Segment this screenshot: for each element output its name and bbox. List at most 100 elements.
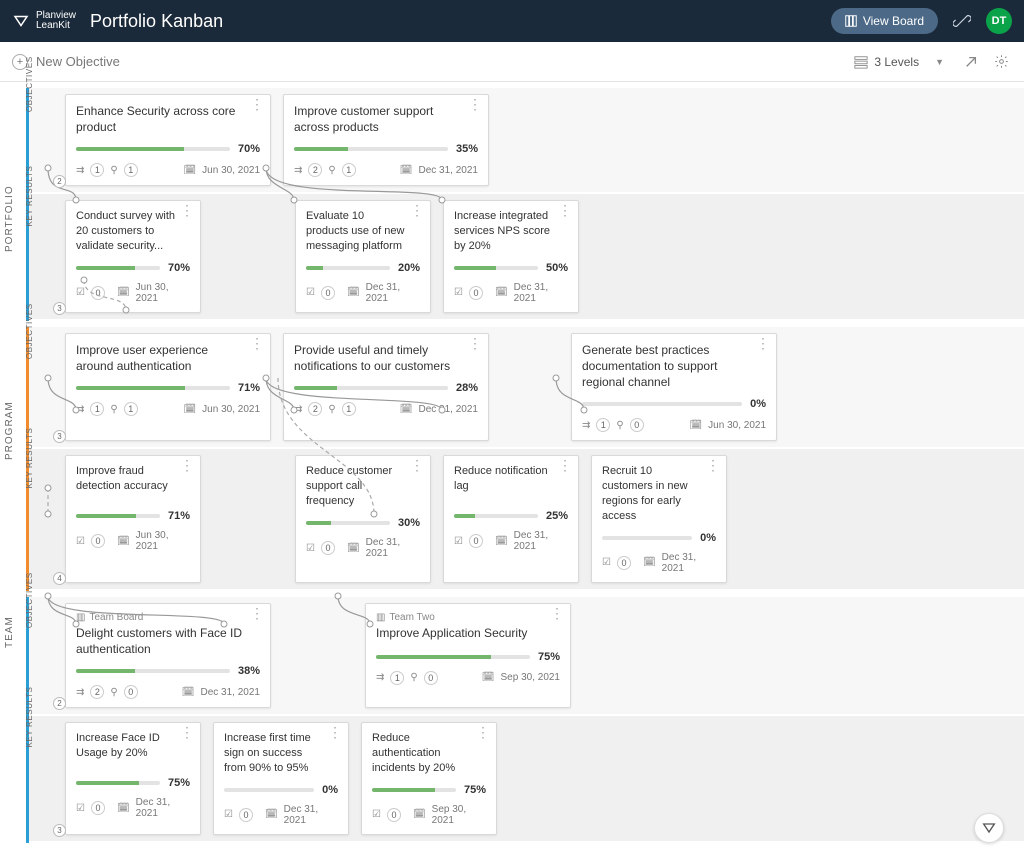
card-menu-icon[interactable]: ⋮: [558, 462, 572, 468]
card-date: Dec 31, 2021: [419, 404, 479, 415]
strategy-count: 2: [90, 685, 104, 699]
card-menu-icon[interactable]: ⋮: [328, 729, 342, 735]
portfolio-objectives-row: OBJECTIVES 2 ⋮ Enhance Security across c…: [29, 88, 1024, 194]
toolbar: + New Objective 3 Levels ▼: [0, 42, 1024, 82]
arrow-up-right-icon[interactable]: [960, 51, 982, 73]
keyresult-card[interactable]: ⋮ Increase Face ID Usage by 20% 75% ☑0🗓D…: [65, 722, 201, 835]
keyresult-card[interactable]: ⋮ Increase integrated services NPS score…: [443, 200, 579, 313]
card-date: Sep 30, 2021: [501, 672, 561, 683]
link-icon[interactable]: [952, 11, 972, 31]
row-label-keyresults: KEY RESULTS: [25, 165, 34, 226]
card-menu-icon[interactable]: ⋮: [180, 729, 194, 735]
progress-bar: [454, 514, 538, 518]
card-menu-icon[interactable]: ⋮: [410, 207, 424, 213]
assignee-count: 1: [342, 163, 356, 177]
check-count: 0: [91, 801, 105, 815]
keyresult-card[interactable]: ⋮ Reduce authentication incidents by 20%…: [361, 722, 497, 835]
new-objective-label[interactable]: New Objective: [36, 54, 120, 69]
row-count: 3: [53, 824, 66, 837]
card-title: Generate best practices documentation to…: [582, 342, 766, 391]
strategy-count: 1: [90, 402, 104, 416]
row-label-objectives: OBJECTIVES: [25, 56, 34, 112]
progress-bar: [372, 788, 456, 792]
checkbox-icon: ☑: [76, 287, 85, 298]
progress-bar: [76, 147, 230, 151]
card-menu-icon[interactable]: ⋮: [180, 462, 194, 468]
product-name-line2: LeanKit: [36, 21, 76, 31]
objective-card[interactable]: ⋮ Enhance Security across core product 7…: [65, 94, 271, 186]
card-title: Reduce notification lag: [454, 464, 568, 502]
team-keyresults-row: KEY RESULTS 3 ⋮ Increase Face ID Usage b…: [29, 716, 1024, 843]
card-date: Dec 31, 2021: [136, 797, 190, 819]
strategy-icon: ⇉: [76, 687, 84, 698]
row-count: 4: [53, 572, 66, 585]
keyresult-card[interactable]: ⋮ Reduce customer support call frequency…: [295, 455, 431, 582]
keyresult-card[interactable]: ⋮ Reduce notification lag 25% ☑0🗓Dec 31,…: [443, 455, 579, 582]
card-menu-icon[interactable]: ⋮: [468, 340, 482, 346]
keyresult-card[interactable]: ⋮ Increase first time sign on success fr…: [213, 722, 349, 835]
card-menu-icon[interactable]: ⋮: [250, 340, 264, 346]
checkbox-icon: ☑: [454, 536, 463, 547]
progress-pct: 20%: [398, 262, 420, 274]
swimlane-team: OBJECTIVES 2 ⋮ ▥Team Board Delight custo…: [26, 597, 1024, 843]
calendar-icon: 🗓: [183, 404, 196, 415]
strategy-icon: ⇉: [376, 672, 384, 683]
card-date: Jun 30, 2021: [136, 282, 190, 304]
objective-card[interactable]: ⋮ ▥Team Two Improve Application Security…: [365, 603, 571, 708]
team-board-name: Team Two: [389, 612, 434, 623]
card-menu-icon[interactable]: ⋮: [410, 462, 424, 468]
card-menu-icon[interactable]: ⋮: [756, 340, 770, 346]
keyresult-card[interactable]: ⋮ Conduct survey with 20 customers to va…: [65, 200, 201, 313]
help-fab[interactable]: [974, 813, 1004, 843]
objective-card[interactable]: ⋮ Improve user experience around authent…: [65, 333, 271, 442]
row-count: 2: [53, 175, 66, 188]
card-menu-icon[interactable]: ⋮: [550, 610, 564, 616]
keyresult-card[interactable]: ⋮ Improve fraud detection accuracy 71% ☑…: [65, 455, 201, 582]
row-label-keyresults: KEY RESULTS: [25, 687, 34, 748]
board-columns-icon: ▥: [76, 612, 85, 623]
progress-pct: 75%: [464, 784, 486, 796]
progress-pct: 50%: [546, 262, 568, 274]
calendar-icon: 🗓: [117, 287, 130, 298]
progress-pct: 71%: [168, 510, 190, 522]
keyresult-card[interactable]: ⋮ Recruit 10 customers in new regions fo…: [591, 455, 727, 582]
person-icon: ⚲: [410, 672, 417, 683]
row-label-objectives: OBJECTIVES: [25, 303, 34, 359]
person-icon: ⚲: [328, 404, 335, 415]
card-menu-icon[interactable]: ⋮: [468, 101, 482, 107]
card-date: Dec 31, 2021: [366, 537, 420, 559]
progress-pct: 35%: [456, 143, 478, 155]
view-board-button[interactable]: View Board: [831, 8, 938, 34]
calendar-icon: 🗓: [495, 536, 508, 547]
keyresult-card[interactable]: ⋮ Evaluate 10 products use of new messag…: [295, 200, 431, 313]
gear-icon[interactable]: [990, 51, 1012, 73]
lane-label-portfolio: PORTFOLIO: [4, 185, 15, 252]
row-count: 3: [53, 302, 66, 315]
objective-card[interactable]: ⋮ Generate best practices documentation …: [571, 333, 777, 442]
card-menu-icon[interactable]: ⋮: [250, 610, 264, 616]
check-count: 0: [91, 534, 105, 548]
card-menu-icon[interactable]: ⋮: [706, 462, 720, 468]
card-date: Dec 31, 2021: [514, 530, 568, 552]
card-menu-icon[interactable]: ⋮: [476, 729, 490, 735]
objective-card[interactable]: ⋮ ▥Team Board Delight customers with Fac…: [65, 603, 271, 708]
card-date: Jun 30, 2021: [202, 404, 260, 415]
calendar-icon: 🗓: [182, 687, 195, 698]
objective-card[interactable]: ⋮ Provide useful and timely notification…: [283, 333, 489, 442]
help-icon: [981, 820, 997, 836]
objective-card[interactable]: ⋮ Improve customer support across produc…: [283, 94, 489, 186]
strategy-icon: ⇉: [76, 404, 84, 415]
card-date: Dec 31, 2021: [514, 282, 568, 304]
levels-dropdown[interactable]: 3 Levels ▼: [846, 51, 952, 73]
person-icon: ⚲: [328, 165, 335, 176]
progress-bar: [376, 655, 530, 659]
row-label-objectives: OBJECTIVES: [25, 572, 34, 628]
calendar-icon: 🗓: [400, 404, 413, 415]
card-menu-icon[interactable]: ⋮: [180, 207, 194, 213]
calendar-icon: 🗓: [347, 287, 360, 298]
card-menu-icon[interactable]: ⋮: [250, 101, 264, 107]
card-title: Enhance Security across core product: [76, 103, 260, 135]
user-avatar[interactable]: DT: [986, 8, 1012, 34]
card-menu-icon[interactable]: ⋮: [558, 207, 572, 213]
card-date: Dec 31, 2021: [201, 687, 261, 698]
